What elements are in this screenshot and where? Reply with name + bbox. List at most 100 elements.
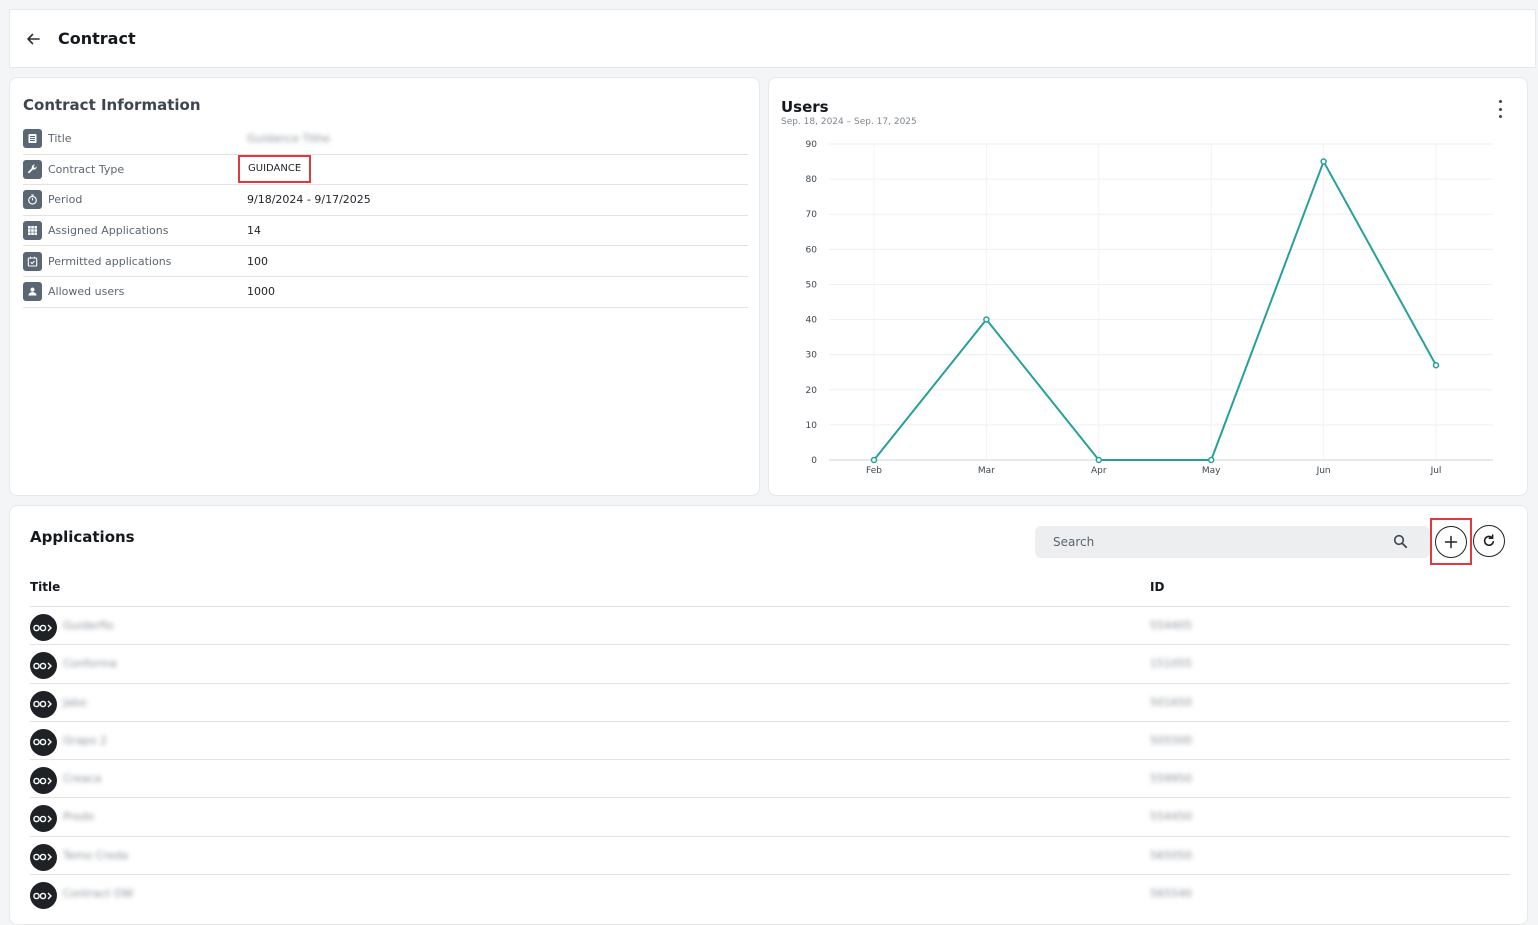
data-point xyxy=(1095,456,1103,464)
data-point xyxy=(1432,361,1440,369)
y-tick-label: 80 xyxy=(806,175,818,185)
x-tick-label: Mar xyxy=(978,466,995,476)
y-tick-label: 70 xyxy=(806,210,818,220)
table-row[interactable]: Contract OW 565540 xyxy=(30,874,1510,912)
users-line-chart: 0 10 20 30 40 50 60 70 80 90 Feb Mar Apr May Jun Jul xyxy=(806,140,1493,476)
app-id: 505500 xyxy=(1150,733,1192,747)
search-input[interactable] xyxy=(1053,535,1383,549)
app-logo-icon xyxy=(30,805,57,833)
applications-table-body: Guiderflo 554405 Conforma 151055 Jabo 501650 G… xyxy=(30,606,1510,912)
contract-type-badge: GUIDANCE xyxy=(238,154,312,183)
calendar-check-icon xyxy=(23,251,42,271)
data-point xyxy=(1320,158,1327,165)
grid-icon xyxy=(23,221,42,241)
app-logo-icon xyxy=(30,690,57,718)
back-arrow-icon[interactable] xyxy=(22,28,44,50)
add-application-button[interactable] xyxy=(1435,525,1467,558)
app-logo-icon xyxy=(30,614,57,641)
info-value: Guidance Tithe xyxy=(247,132,331,146)
users-chart-card: Users Sep. 18, 2024 – Sep. 17, 2025 0 10 2… xyxy=(768,77,1528,496)
y-tick-label: 50 xyxy=(806,280,818,290)
y-tick-label: 20 xyxy=(806,386,818,396)
series-line xyxy=(873,160,1437,461)
users-icon xyxy=(23,282,42,302)
app-id: 151055 xyxy=(1150,657,1192,671)
info-value: 1000 xyxy=(247,285,275,299)
app-title: Guiderflo xyxy=(63,619,114,632)
y-tick-label: 60 xyxy=(806,245,818,255)
table-row[interactable]: Jabo 501650 xyxy=(30,682,1510,721)
info-row-contract-type: Contract Type GUIDANCE xyxy=(23,154,748,186)
info-label: Period xyxy=(48,193,83,207)
app-title: Grapo 2 xyxy=(63,733,107,747)
refresh-button[interactable] xyxy=(1473,525,1505,557)
app-title: Prodo xyxy=(63,810,95,824)
info-label: Contract Type xyxy=(48,162,125,176)
x-tick-label: Feb xyxy=(866,466,882,476)
app-title: Jabo xyxy=(63,695,87,709)
app-title: Temo Creda xyxy=(63,848,129,862)
page-header: Contract xyxy=(9,9,1536,68)
y-tick-label: 30 xyxy=(806,351,818,361)
app-logo-icon xyxy=(30,882,57,910)
app-logo-icon xyxy=(30,652,57,680)
info-label: Title xyxy=(48,132,72,146)
app-id: 554405 xyxy=(1150,619,1192,632)
column-header-title[interactable]: Title xyxy=(30,580,60,594)
applications-title: Applications xyxy=(30,528,135,546)
table-row[interactable]: Conforma 151055 xyxy=(30,644,1510,682)
info-row-period: Period 9/18/2024 - 9/17/2025 xyxy=(23,185,748,216)
data-point xyxy=(1207,456,1215,464)
wrench-icon xyxy=(23,159,42,179)
info-value: 14 xyxy=(247,224,261,238)
y-tick-label: 40 xyxy=(806,316,818,326)
info-label: Assigned Applications xyxy=(48,224,169,238)
add-application-highlight xyxy=(1430,518,1472,565)
y-tick-label: 90 xyxy=(806,140,818,150)
table-row[interactable]: Temo Creda 565050 xyxy=(30,835,1510,874)
x-tick-label: Jun xyxy=(1316,466,1331,476)
y-tick-label: 0 xyxy=(811,456,817,466)
column-header-id[interactable]: ID xyxy=(1150,580,1164,594)
x-tick-label: May xyxy=(1202,466,1221,476)
data-point xyxy=(870,456,878,464)
app-logo-icon xyxy=(30,767,57,795)
list-icon xyxy=(23,129,42,149)
applications-card: Applications Title ID Guiderflo 554405 Con… xyxy=(9,505,1528,925)
contract-info-title: Contract Information xyxy=(23,96,201,114)
search-icon[interactable] xyxy=(1393,534,1408,553)
data-point xyxy=(983,316,990,323)
info-row-assigned-apps: Assigned Applications 14 xyxy=(23,216,748,247)
app-id: 565050 xyxy=(1150,848,1192,862)
refresh-icon xyxy=(1483,534,1495,546)
y-tick-label: 10 xyxy=(806,421,818,431)
stopwatch-icon xyxy=(23,190,42,210)
app-id: 554450 xyxy=(1150,810,1192,824)
info-row-permitted-apps: Permitted applications 100 xyxy=(23,246,748,277)
info-row-allowed-users: Allowed users 1000 xyxy=(23,277,748,308)
table-row[interactable]: Guiderflo 554405 xyxy=(30,606,1510,644)
x-tick-label: Jul xyxy=(1430,466,1442,476)
table-row[interactable]: Creaca 559950 xyxy=(30,759,1510,797)
plus-icon xyxy=(1444,535,1458,548)
app-logo-icon xyxy=(30,843,57,871)
search-box xyxy=(1035,526,1430,558)
info-value: 9/18/2024 - 9/17/2025 xyxy=(247,193,371,207)
table-row[interactable]: Grapo 2 505500 xyxy=(30,720,1510,759)
x-tick-label: Apr xyxy=(1091,466,1107,476)
app-id: 559950 xyxy=(1150,772,1192,786)
info-label: Allowed users xyxy=(48,285,125,299)
info-label: Permitted applications xyxy=(48,254,172,268)
page-title: Contract xyxy=(58,29,136,48)
app-title: Contract OW xyxy=(63,887,134,901)
app-id: 565540 xyxy=(1150,887,1192,901)
app-logo-icon xyxy=(30,728,57,756)
app-id: 501650 xyxy=(1150,695,1192,709)
contract-info-rows: Title Guidance Tithe Contract Type GUIDA… xyxy=(23,124,748,308)
info-value: 100 xyxy=(247,254,268,268)
table-row[interactable]: Prodo 554450 xyxy=(30,797,1510,835)
app-title: Creaca xyxy=(63,772,102,786)
info-row-title: Title Guidance Tithe xyxy=(23,124,748,155)
app-title: Conforma xyxy=(63,657,117,671)
contract-info-card: Contract Information Title Guidance Tith… xyxy=(9,77,760,496)
